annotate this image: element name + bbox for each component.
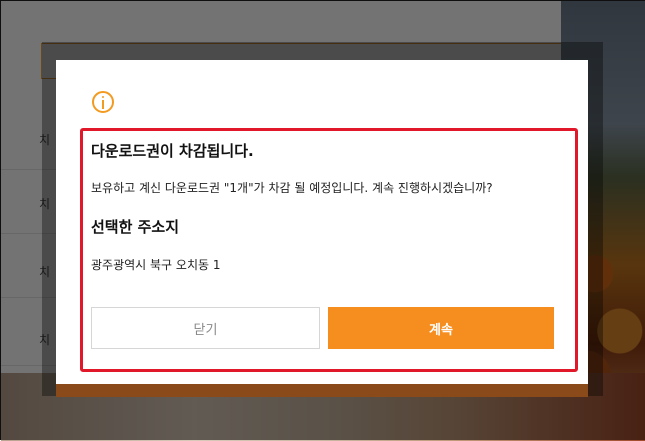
modal-bottom-strip xyxy=(56,383,588,397)
highlight-box xyxy=(80,128,578,372)
info-icon xyxy=(92,91,114,113)
